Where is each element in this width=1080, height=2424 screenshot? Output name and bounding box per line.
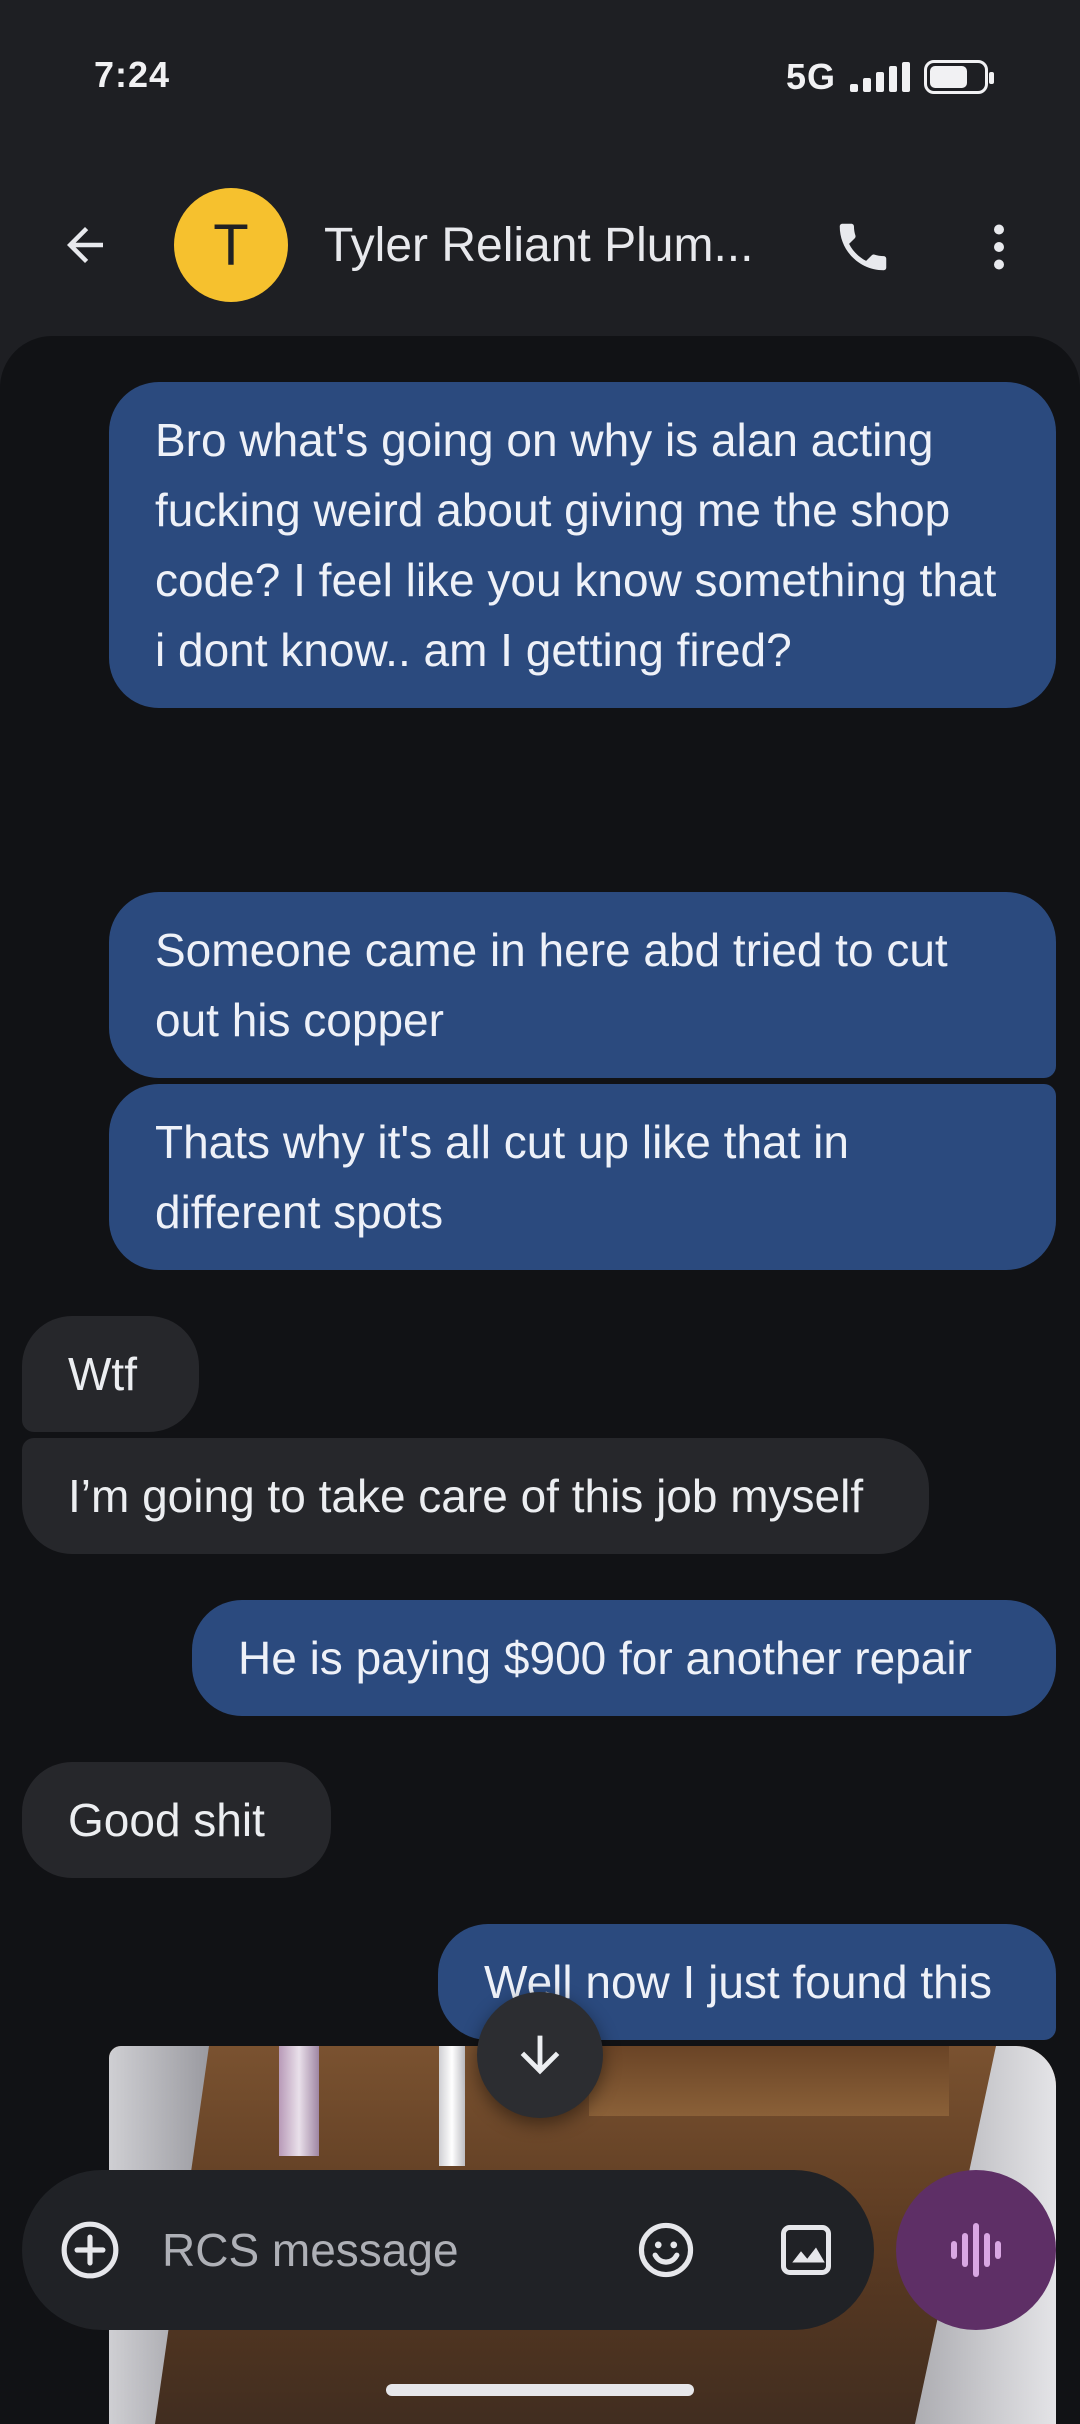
back-button[interactable] bbox=[50, 210, 120, 280]
arrow-down-icon bbox=[520, 2035, 560, 2075]
phone-icon bbox=[839, 223, 887, 271]
messages-screen: 7:24 5G T Tyler Reliant Plum... Bro what… bbox=[0, 0, 1080, 2424]
scroll-to-bottom-button[interactable] bbox=[477, 1992, 603, 2118]
emoji-button[interactable] bbox=[630, 2214, 702, 2286]
back-arrow-icon bbox=[67, 227, 103, 263]
contact-name[interactable]: Tyler Reliant Plum... bbox=[324, 218, 753, 273]
message-bubble-sent[interactable]: Bro what's going on why is alan acting f… bbox=[109, 382, 1056, 708]
signal-icon bbox=[850, 62, 910, 92]
emoji-icon bbox=[638, 2222, 694, 2278]
status-bar: 7:24 5G bbox=[0, 0, 1080, 150]
message-list[interactable]: Bro what's going on why is alan acting f… bbox=[0, 336, 1080, 2424]
network-type: 5G bbox=[785, 56, 836, 97]
message-bubble-sent[interactable]: He is paying $900 for another repair bbox=[192, 1600, 1056, 1716]
attach-button[interactable] bbox=[58, 2218, 122, 2282]
gallery-button[interactable] bbox=[770, 2214, 842, 2286]
conversation-header: T Tyler Reliant Plum... bbox=[0, 180, 1080, 310]
battery-icon bbox=[924, 60, 994, 94]
status-icons: 5G bbox=[785, 56, 994, 98]
battery-fill bbox=[930, 66, 967, 88]
message-bubble-sent[interactable]: Thats why it's all cut up like that in d… bbox=[109, 1084, 1056, 1270]
voice-wave-icon bbox=[951, 2223, 1001, 2277]
voice-message-button[interactable] bbox=[896, 2170, 1056, 2330]
image-icon bbox=[781, 2225, 831, 2275]
add-circle-icon bbox=[61, 2221, 119, 2279]
compose-bar bbox=[22, 2170, 874, 2330]
message-bubble-sent[interactable]: Someone came in here abd tried to cut ou… bbox=[109, 892, 1056, 1078]
more-options-button[interactable] bbox=[964, 210, 1034, 284]
message-bubble-received[interactable]: Good shit bbox=[22, 1762, 331, 1878]
status-time: 7:24 bbox=[94, 54, 171, 95]
message-bubble-received[interactable]: I’m going to take care of this job mysel… bbox=[22, 1438, 929, 1554]
contact-avatar[interactable]: T bbox=[174, 188, 288, 302]
home-indicator[interactable] bbox=[386, 2384, 694, 2396]
message-bubble-received[interactable]: Wtf bbox=[22, 1316, 199, 1432]
call-button[interactable] bbox=[826, 210, 900, 284]
more-vert-icon bbox=[994, 224, 1004, 270]
message-input[interactable] bbox=[162, 2218, 622, 2282]
